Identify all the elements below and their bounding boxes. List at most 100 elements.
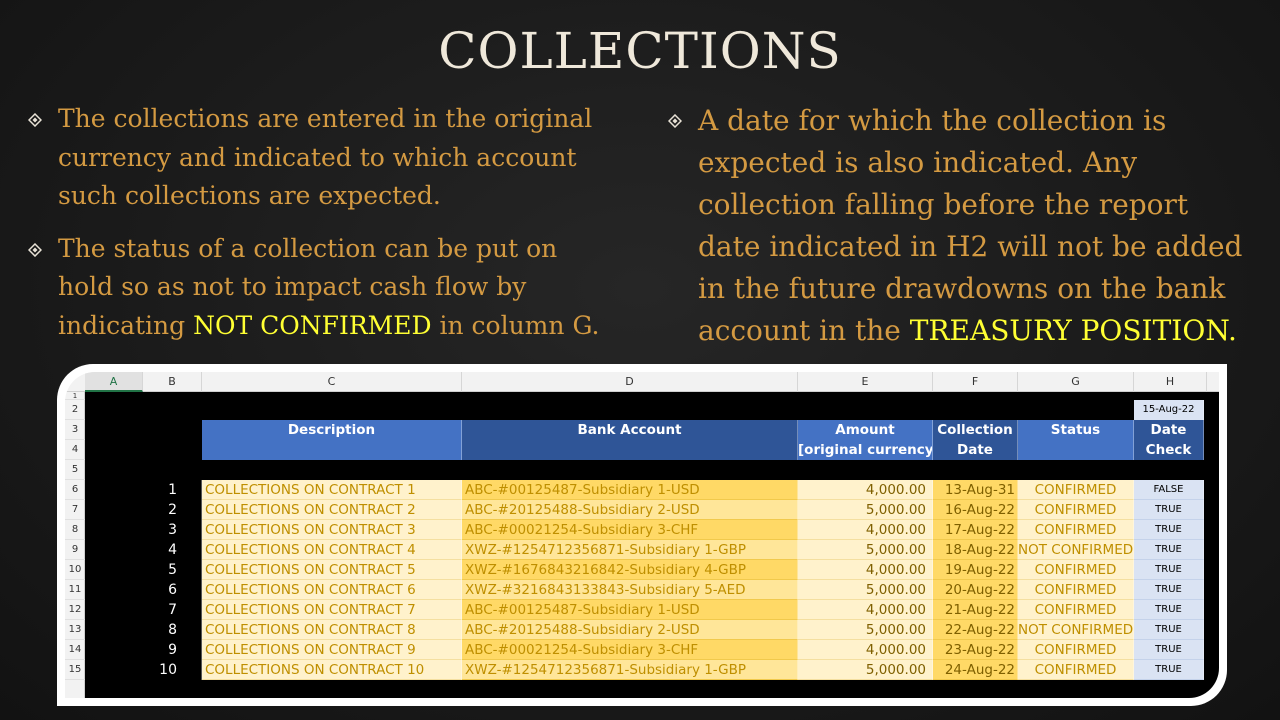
bank-account-cell[interactable]: ABC-#20125488-Subsidiary 2-USD (462, 500, 798, 520)
collection-date-cell[interactable]: 17-Aug-22 (933, 520, 1018, 540)
status-cell[interactable]: CONFIRMED (1018, 560, 1134, 580)
bank-account-cell[interactable]: XWZ-#1254712356871-Subsidiary 1-GBP (462, 540, 798, 560)
row-header[interactable]: 8 (65, 520, 85, 540)
column-header-a[interactable]: A (85, 372, 143, 392)
description-cell[interactable]: COLLECTIONS ON CONTRACT 1 (202, 480, 462, 500)
date-check-cell[interactable]: TRUE (1134, 640, 1204, 660)
row-header[interactable]: 1 (65, 392, 85, 400)
row-number-cell[interactable]: 2 (143, 500, 202, 520)
date-check-cell[interactable]: TRUE (1134, 540, 1204, 560)
row-header[interactable]: 11 (65, 580, 85, 600)
status-cell[interactable]: NOT CONFIRMED (1018, 620, 1134, 640)
amount-cell[interactable]: 4,000.00 (798, 480, 933, 500)
row-header[interactable]: 5 (65, 460, 85, 480)
date-check-cell[interactable]: TRUE (1134, 560, 1204, 580)
column-header-b[interactable]: B (143, 372, 202, 392)
row-header[interactable]: 7 (65, 500, 85, 520)
description-cell[interactable]: COLLECTIONS ON CONTRACT 3 (202, 520, 462, 540)
status-cell[interactable]: CONFIRMED (1018, 520, 1134, 540)
row-header[interactable]: 9 (65, 540, 85, 560)
row-number-cell[interactable]: 7 (143, 600, 202, 620)
row-header[interactable]: 12 (65, 600, 85, 620)
bank-account-cell[interactable]: XWZ-#1254712356871-Subsidiary 1-GBP (462, 660, 798, 680)
column-header-e[interactable]: E (798, 372, 933, 392)
column-header-h[interactable]: H (1134, 372, 1207, 392)
column-header-f[interactable]: F (933, 372, 1018, 392)
description-cell[interactable]: COLLECTIONS ON CONTRACT 6 (202, 580, 462, 600)
bank-account-cell[interactable]: ABC-#00125487-Subsidiary 1-USD (462, 480, 798, 500)
description-cell[interactable]: COLLECTIONS ON CONTRACT 4 (202, 540, 462, 560)
collection-date-cell[interactable]: 24-Aug-22 (933, 660, 1018, 680)
bank-account-header[interactable]: Bank Account (462, 420, 798, 460)
date-check-cell[interactable]: TRUE (1134, 660, 1204, 680)
column-header-c[interactable]: C (202, 372, 462, 392)
column-header-d[interactable]: D (462, 372, 798, 392)
row-number-cell[interactable]: 5 (143, 560, 202, 580)
row-number-cell[interactable]: 4 (143, 540, 202, 560)
row-header[interactable]: 15 (65, 660, 85, 680)
bank-account-cell[interactable]: ABC-#00125487-Subsidiary 1-USD (462, 600, 798, 620)
row-number-cell[interactable]: 9 (143, 640, 202, 660)
collection-date-cell[interactable]: 23-Aug-22 (933, 640, 1018, 660)
bank-account-cell[interactable]: XWZ-#1676843216842-Subsidiary 4-GBP (462, 560, 798, 580)
amount-cell[interactable]: 5,000.00 (798, 580, 933, 600)
amount-cell[interactable]: 5,000.00 (798, 500, 933, 520)
row-number-cell[interactable]: 8 (143, 620, 202, 640)
row-header[interactable]: 2 (65, 400, 85, 420)
amount-cell[interactable]: 4,000.00 (798, 520, 933, 540)
column-header-g[interactable]: G (1018, 372, 1134, 392)
row-number-cell[interactable]: 6 (143, 580, 202, 600)
row-number-cell[interactable]: 3 (143, 520, 202, 540)
status-header[interactable]: Status (1018, 420, 1134, 460)
collection-date-header[interactable]: Collection Date (933, 420, 1018, 460)
report-date-cell[interactable]: 15-Aug-22 (1134, 400, 1204, 420)
status-cell[interactable]: NOT CONFIRMED (1018, 540, 1134, 560)
collection-date-cell[interactable]: 20-Aug-22 (933, 580, 1018, 600)
date-check-cell[interactable]: FALSE (1134, 480, 1204, 500)
description-cell[interactable]: COLLECTIONS ON CONTRACT 5 (202, 560, 462, 580)
date-check-cell[interactable]: TRUE (1134, 580, 1204, 600)
amount-cell[interactable]: 5,000.00 (798, 660, 933, 680)
collection-date-cell[interactable]: 21-Aug-22 (933, 600, 1018, 620)
row-header[interactable]: 10 (65, 560, 85, 580)
row-header[interactable]: 6 (65, 480, 85, 500)
amount-cell[interactable]: 5,000.00 (798, 540, 933, 560)
collection-date-cell[interactable]: 22-Aug-22 (933, 620, 1018, 640)
amount-cell[interactable]: 4,000.00 (798, 560, 933, 580)
date-check-cell[interactable]: TRUE (1134, 620, 1204, 640)
date-check-cell[interactable]: TRUE (1134, 520, 1204, 540)
row-header[interactable]: 13 (65, 620, 85, 640)
status-cell[interactable]: CONFIRMED (1018, 500, 1134, 520)
amount-cell[interactable]: 4,000.00 (798, 600, 933, 620)
bank-account-cell[interactable]: ABC-#00021254-Subsidiary 3-CHF (462, 640, 798, 660)
description-header[interactable]: Description (202, 420, 462, 460)
status-cell[interactable]: CONFIRMED (1018, 480, 1134, 500)
bank-account-cell[interactable]: ABC-#20125488-Subsidiary 2-USD (462, 620, 798, 640)
row-header[interactable]: 3 (65, 420, 85, 440)
date-check-cell[interactable]: TRUE (1134, 600, 1204, 620)
date-check-cell[interactable]: TRUE (1134, 500, 1204, 520)
description-cell[interactable]: COLLECTIONS ON CONTRACT 10 (202, 660, 462, 680)
status-cell[interactable]: CONFIRMED (1018, 600, 1134, 620)
date-check-header[interactable]: Date Check (1134, 420, 1204, 460)
row-header[interactable]: 4 (65, 440, 85, 460)
status-cell[interactable]: CONFIRMED (1018, 640, 1134, 660)
row-header[interactable]: 14 (65, 640, 85, 660)
collection-date-cell[interactable]: 13-Aug-31 (933, 480, 1018, 500)
collection-date-cell[interactable]: 16-Aug-22 (933, 500, 1018, 520)
amount-cell[interactable]: 4,000.00 (798, 640, 933, 660)
bank-account-cell[interactable]: XWZ-#3216843133843-Subsidiary 5-AED (462, 580, 798, 600)
description-cell[interactable]: COLLECTIONS ON CONTRACT 9 (202, 640, 462, 660)
row-number-cell[interactable]: 10 (143, 660, 202, 680)
bank-account-cell[interactable]: ABC-#00021254-Subsidiary 3-CHF (462, 520, 798, 540)
collection-date-cell[interactable]: 18-Aug-22 (933, 540, 1018, 560)
status-cell[interactable]: CONFIRMED (1018, 660, 1134, 680)
amount-cell[interactable]: 5,000.00 (798, 620, 933, 640)
description-cell[interactable]: COLLECTIONS ON CONTRACT 2 (202, 500, 462, 520)
description-cell[interactable]: COLLECTIONS ON CONTRACT 7 (202, 600, 462, 620)
amount-header[interactable]: Amount [original currency] (798, 420, 933, 460)
row-number-cell[interactable]: 1 (143, 480, 202, 500)
description-cell[interactable]: COLLECTIONS ON CONTRACT 8 (202, 620, 462, 640)
collection-date-cell[interactable]: 19-Aug-22 (933, 560, 1018, 580)
status-cell[interactable]: CONFIRMED (1018, 580, 1134, 600)
